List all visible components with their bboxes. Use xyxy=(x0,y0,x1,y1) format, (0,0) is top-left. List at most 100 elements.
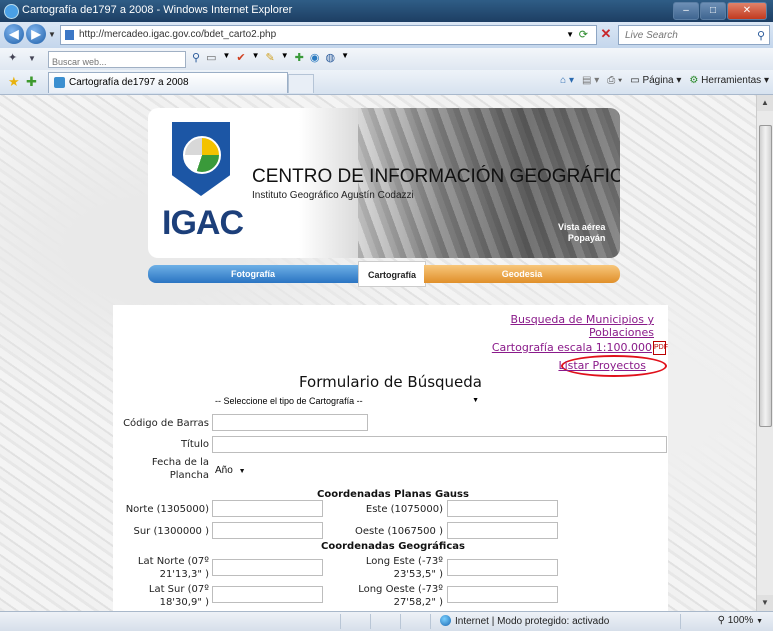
home-icon[interactable]: ⌂ ▾ xyxy=(560,75,574,86)
year-select[interactable]: Año ▼ xyxy=(215,465,246,476)
url-dropdown-icon[interactable]: ▼ xyxy=(566,26,574,44)
oeste-input[interactable] xyxy=(447,522,558,539)
page-menu-label: Página xyxy=(642,75,674,86)
chevron-down-icon[interactable]: ▼ xyxy=(222,51,230,64)
tools-menu-icon: ⚙ xyxy=(689,75,699,86)
chevron-down-icon: ▼ xyxy=(238,468,246,475)
norte-input[interactable] xyxy=(212,500,323,517)
long-este-label: Long Este (-73º 23'53,5" ) xyxy=(365,556,443,580)
scroll-down-icon[interactable]: ▼ xyxy=(757,595,773,611)
lat-sur-label: Lat Sur (07º 18'30,9" ) xyxy=(148,584,209,608)
print-icon[interactable]: ⎙ ▾ xyxy=(607,75,622,86)
live-search-input[interactable] xyxy=(623,26,747,44)
tab-cartografia[interactable]: Cartografía xyxy=(358,261,426,287)
close-button[interactable]: ✕ xyxy=(727,2,767,20)
zoom-control[interactable]: ⚲ 100% ▼ xyxy=(718,615,763,626)
tab-label: Cartografía de1797 a 2008 xyxy=(69,77,189,88)
page-menu[interactable]: ▭ Página ▾ xyxy=(630,75,681,86)
sur-input[interactable] xyxy=(212,522,323,539)
chevron-down-icon[interactable]: ▼ xyxy=(281,51,289,64)
web-search-box[interactable] xyxy=(48,51,186,69)
zoom-icon: ⚲ xyxy=(717,615,725,626)
igac-logo-text: IGAC xyxy=(162,204,244,242)
este-label: Este (1075000) xyxy=(365,504,443,515)
este-input[interactable] xyxy=(447,500,558,517)
new-tab-button[interactable] xyxy=(288,74,314,93)
favorites-star-icon[interactable]: ★ xyxy=(8,74,20,90)
tools-menu-label: Herramientas xyxy=(701,75,762,86)
add-favorite-icon[interactable]: ✚ xyxy=(26,74,37,90)
bookmark-icon[interactable]: ✔ xyxy=(236,51,245,64)
highlight-icon[interactable]: ▭ xyxy=(206,51,216,64)
cartografia-type-value: -- Seleccione el tipo de Cartografía -- xyxy=(215,396,363,406)
igac-globe-icon xyxy=(183,136,221,174)
toolbar-icons: ⚲ ▭ ▼ ✔ ▼ ✎ ▼ ✚ ◉ ◍ ▼ xyxy=(192,51,349,64)
browser-tab[interactable]: Cartografía de1797 a 2008 xyxy=(48,72,288,93)
toolbar-logo-icon: ✦ xyxy=(8,52,18,64)
security-zone[interactable]: Internet | Modo protegido: activado xyxy=(440,615,609,627)
lat-sur-input[interactable] xyxy=(212,586,323,603)
ie-logo-icon xyxy=(4,4,19,19)
page-viewport: IGAC CENTRO DE INFORMACIÓN GEOGRÁFICA In… xyxy=(0,95,773,611)
tab-geodesia[interactable]: Geodesia xyxy=(424,265,620,283)
history-dropdown-icon[interactable]: ▼ xyxy=(48,30,56,39)
back-button[interactable]: ◀ xyxy=(4,24,24,44)
oeste-label: Oeste (1067500 ) xyxy=(354,526,443,537)
stop-icon[interactable]: ✕ xyxy=(598,26,614,42)
globe-icon[interactable]: ◉ xyxy=(310,51,320,64)
chevron-down-icon: ▼ xyxy=(756,618,763,625)
url-text: http://mercadeo.igac.gov.co/bdet_carto2.… xyxy=(79,29,277,40)
chevron-down-icon[interactable]: ▼ xyxy=(341,51,349,64)
cartografia-type-select[interactable]: -- Seleccione el tipo de Cartografía -- … xyxy=(212,394,482,410)
search-form-panel: Busqueda de Municipios y Poblaciones Car… xyxy=(113,305,668,611)
link-busqueda-municipios[interactable]: Busqueda de Municipios y Poblaciones xyxy=(494,313,654,339)
status-divider xyxy=(340,614,341,629)
lat-norte-input[interactable] xyxy=(212,559,323,576)
link-listar-proyectos[interactable]: Listar Proyectos xyxy=(558,359,646,372)
live-search-box[interactable]: ⚲ xyxy=(618,25,770,45)
pdf-icon[interactable]: PDF xyxy=(653,341,668,355)
status-divider xyxy=(370,614,371,629)
tab-fotografia[interactable]: Fotografía xyxy=(148,265,358,283)
zoom-level: 100% xyxy=(727,615,754,626)
puzzle-icon[interactable]: ✚ xyxy=(295,51,304,64)
tab-bar: ★ ✚ Cartografía de1797 a 2008 ⌂ ▾ ▤ ▾ ⎙ … xyxy=(0,70,773,95)
long-este-input[interactable] xyxy=(447,559,558,576)
scroll-thumb[interactable] xyxy=(759,125,772,427)
tab-page-icon xyxy=(54,77,65,88)
aerial-caption: Vista aérea Popayán xyxy=(558,222,605,244)
refresh-icon[interactable]: ⟳ xyxy=(579,26,588,44)
igac-banner: IGAC CENTRO DE INFORMACIÓN GEOGRÁFICA In… xyxy=(148,108,620,258)
window-controls: – □ ✕ xyxy=(673,2,767,20)
long-oeste-label: Long Oeste (-73º 27'58,2" ) xyxy=(358,584,443,608)
link-cartografia-escala[interactable]: Cartografía escala 1:100.000 xyxy=(492,341,652,354)
long-oeste-input[interactable] xyxy=(447,586,558,603)
minimize-button[interactable]: – xyxy=(673,2,699,20)
web-search-input[interactable] xyxy=(49,55,183,69)
fecha-plancha-label: Fecha de la Plancha xyxy=(151,457,209,481)
codigo-barras-input[interactable] xyxy=(212,414,368,431)
geograficas-header: Coordenadas Geográficas xyxy=(321,541,465,552)
url-field[interactable]: http://mercadeo.igac.gov.co/bdet_carto2.… xyxy=(60,25,597,45)
banner-subtitle: Instituto Geográfico Agustín Codazzi xyxy=(252,190,414,201)
maximize-button[interactable]: □ xyxy=(700,2,726,20)
status-divider xyxy=(430,614,431,629)
feeds-icon[interactable]: ▤ ▾ xyxy=(582,75,599,86)
settings-icon[interactable]: ◍ xyxy=(326,51,336,64)
chevron-down-icon: ▼ xyxy=(472,397,479,404)
forward-button[interactable]: ▶ xyxy=(26,24,46,44)
section-tabs: Fotografía Cartografía Geodesia xyxy=(148,261,620,287)
planas-gauss-header: Coordenadas Planas Gauss xyxy=(317,489,469,500)
pencil-icon[interactable]: ✎ xyxy=(266,51,275,64)
tools-menu[interactable]: ⚙ Herramientas ▾ xyxy=(689,75,769,86)
search-icon[interactable]: ⚲ xyxy=(757,27,765,45)
status-divider xyxy=(680,614,681,629)
titulo-input[interactable] xyxy=(212,436,667,453)
titulo-label: Título xyxy=(180,439,209,450)
chevron-down-icon[interactable]: ▼ xyxy=(252,51,260,64)
search-icon[interactable]: ⚲ xyxy=(192,51,200,64)
toolbar-menu-icon[interactable]: ▼ xyxy=(28,54,36,63)
sur-label: Sur (1300000 ) xyxy=(133,526,210,537)
vertical-scrollbar[interactable]: ▲ ▼ xyxy=(756,95,773,611)
scroll-up-icon[interactable]: ▲ xyxy=(757,95,773,111)
